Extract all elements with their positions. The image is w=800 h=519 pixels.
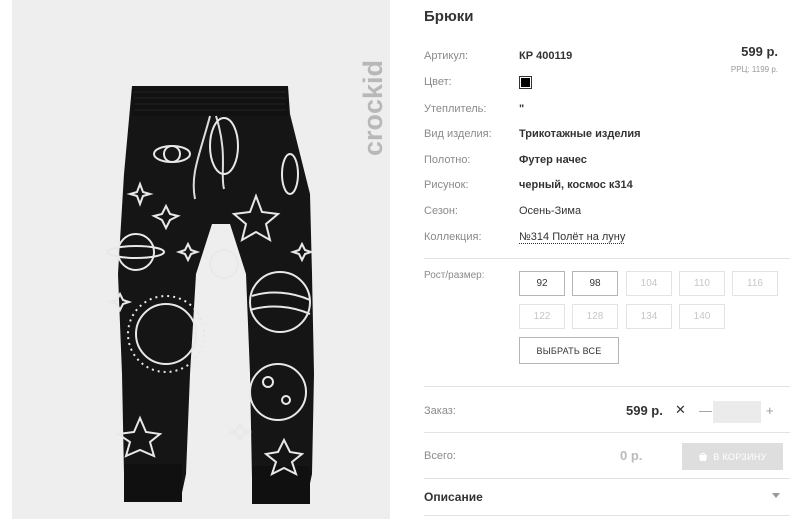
product-image-panel: crockid bbox=[12, 0, 390, 519]
collection-link[interactable]: №314 Полёт на луну bbox=[519, 229, 625, 245]
product-detail-panel: Брюки 599 р. РРЦ: 1199 р. Артикул: КР 40… bbox=[424, 0, 790, 519]
order-label: Заказ: bbox=[424, 405, 456, 417]
remove-icon[interactable]: ✕ bbox=[675, 402, 686, 418]
attr-value: " bbox=[519, 103, 525, 115]
attr-label: Цвет: bbox=[424, 76, 452, 88]
attr-value: черный, космос к314 bbox=[519, 179, 633, 191]
size-option-128: 128 bbox=[572, 304, 618, 329]
attr-value: Футер начес bbox=[519, 154, 587, 166]
divider bbox=[424, 432, 790, 433]
size-option-92[interactable]: 92 bbox=[519, 271, 565, 296]
size-option-98[interactable]: 98 bbox=[572, 271, 618, 296]
total-value: 0 р. bbox=[620, 448, 643, 463]
logo-text: crockid bbox=[358, 60, 388, 156]
size-option-110: 110 bbox=[679, 271, 725, 296]
product-photo bbox=[107, 86, 315, 504]
total-label: Всего: bbox=[424, 450, 456, 462]
increment-button[interactable]: + bbox=[766, 403, 774, 418]
cart-icon bbox=[699, 452, 708, 461]
divider bbox=[424, 386, 790, 387]
attr-value: Трикотажные изделия bbox=[519, 128, 641, 140]
swatch-fill bbox=[521, 78, 530, 87]
recommended-price: РРЦ: 1199 р. bbox=[730, 65, 778, 74]
divider bbox=[424, 258, 790, 259]
description-toggle[interactable]: Описание bbox=[424, 490, 483, 504]
attr-label: Рисунок: bbox=[424, 179, 469, 191]
add-to-cart-button[interactable]: В КОРЗИНУ bbox=[682, 443, 783, 470]
product-title: Брюки bbox=[424, 8, 474, 25]
attr-label: Вид изделия: bbox=[424, 128, 492, 140]
attr-value: КР 400119 bbox=[519, 50, 573, 62]
attr-value: Осень-Зима bbox=[519, 205, 582, 217]
select-all-button[interactable]: ВЫБРАТЬ ВСЕ bbox=[519, 337, 619, 364]
size-option-122: 122 bbox=[519, 304, 565, 329]
size-option-134: 134 bbox=[626, 304, 672, 329]
divider bbox=[424, 515, 790, 516]
quantity-input[interactable] bbox=[713, 401, 761, 423]
size-label: Рост/размер: bbox=[424, 270, 485, 281]
divider bbox=[424, 478, 790, 479]
cart-label: В КОРЗИНУ bbox=[713, 451, 767, 462]
size-option-116: 116 bbox=[732, 271, 778, 296]
decrement-button[interactable]: — bbox=[699, 403, 712, 418]
size-option-104: 104 bbox=[626, 271, 672, 296]
product-price: 599 р. bbox=[741, 44, 778, 59]
size-option-140: 140 bbox=[679, 304, 725, 329]
crockid-logo: crockid bbox=[358, 60, 388, 156]
attr-label: Полотно: bbox=[424, 154, 471, 166]
attr-label: Коллекция: bbox=[424, 231, 482, 243]
attr-label: Сезон: bbox=[424, 205, 458, 217]
order-price: 599 р. bbox=[626, 403, 663, 418]
color-swatch[interactable] bbox=[519, 76, 532, 89]
attr-label: Утеплитель: bbox=[424, 103, 487, 115]
chevron-down-icon[interactable] bbox=[772, 493, 780, 498]
attr-label: Артикул: bbox=[424, 50, 469, 62]
price-block: 599 р. РРЦ: 1199 р. bbox=[731, 44, 778, 74]
